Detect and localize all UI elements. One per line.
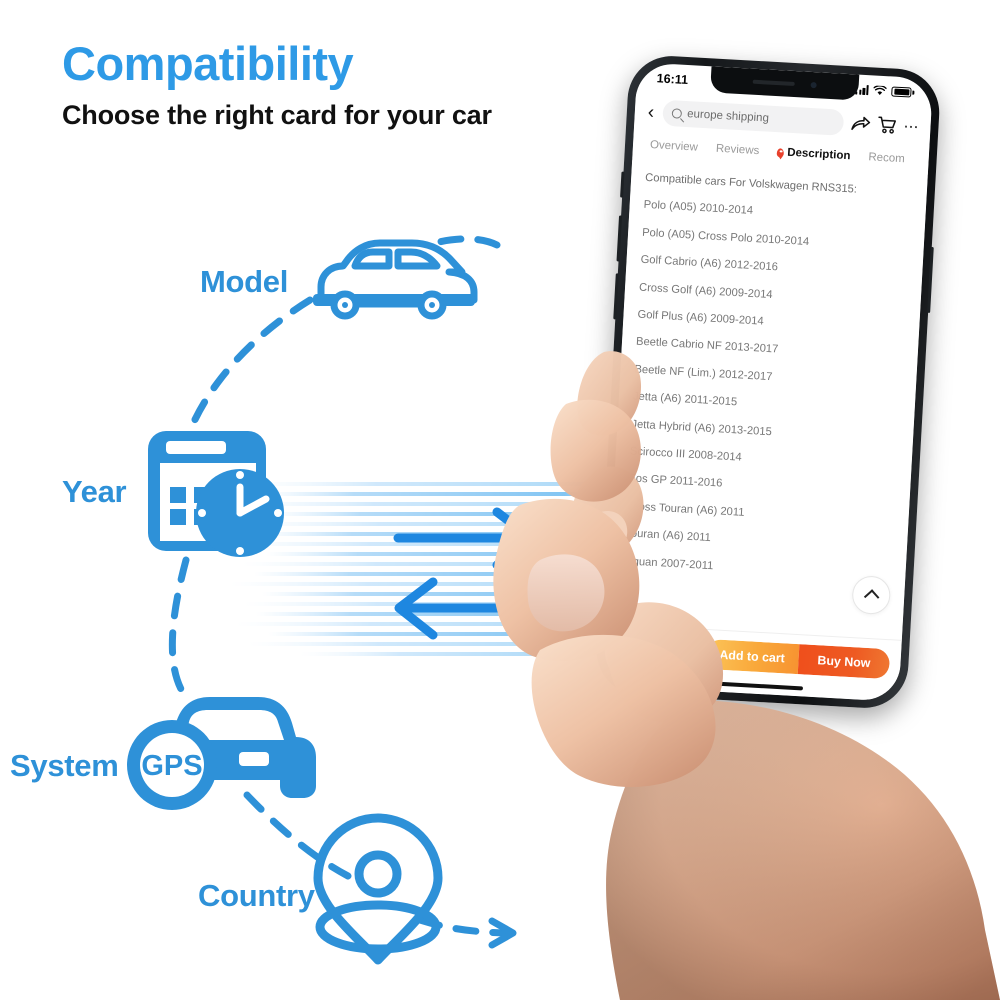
status-icons — [855, 84, 915, 98]
dash-path-model-year — [181, 296, 314, 449]
store-label: Store — [623, 654, 644, 665]
tab-description[interactable]: Description — [768, 146, 860, 163]
message-icon — [670, 639, 688, 654]
smartphone-mockup: 16:11 ‹ europe shipping ⋯ Overview Revie… — [594, 53, 942, 711]
phone-mute-switch[interactable] — [620, 171, 625, 198]
dash-path-model-right — [376, 235, 501, 272]
store-icon — [626, 636, 643, 652]
battery-icon — [891, 86, 915, 98]
earpiece-speaker — [752, 79, 795, 87]
message-label: Message — [661, 656, 695, 668]
phone-volume-up[interactable] — [616, 215, 623, 262]
node-label-year: Year — [62, 474, 127, 509]
dash-path-country-right — [416, 916, 509, 937]
tab-description-label: Description — [786, 146, 851, 163]
tab-recommend[interactable]: Recom — [859, 151, 914, 166]
share-icon[interactable] — [850, 115, 871, 133]
cta-group: Add to cart Buy Now — [704, 638, 891, 680]
tab-overview[interactable]: Overview — [641, 139, 708, 155]
location-pin-icon — [776, 147, 785, 158]
dash-path-system-country — [243, 791, 352, 880]
front-camera-icon — [810, 81, 817, 89]
more-options-icon[interactable]: ⋯ — [903, 118, 920, 136]
search-input-value: europe shipping — [686, 108, 770, 125]
phone-screen: 16:11 ‹ europe shipping ⋯ Overview Revie… — [602, 62, 934, 702]
phone-power-button[interactable] — [927, 246, 934, 313]
buy-now-button[interactable]: Buy Now — [797, 644, 891, 680]
message-button[interactable]: Message — [660, 635, 698, 667]
cart-icon[interactable] — [877, 116, 897, 135]
arrow-left-icon — [394, 577, 537, 640]
add-to-cart-button[interactable]: Add to cart — [704, 638, 800, 675]
chevron-left-icon[interactable]: ‹ — [645, 101, 656, 122]
dash-path-year-system — [168, 556, 192, 704]
car-gps-icon: GPS — [127, 697, 316, 810]
poster-canvas: Compatibility Choose the right card for … — [0, 0, 1000, 1000]
chevron-up-icon — [863, 588, 879, 605]
search-icon — [671, 108, 683, 119]
phone-frame: 16:11 ‹ europe shipping ⋯ Overview Revie… — [594, 53, 942, 711]
calendar-clock-icon — [148, 431, 284, 557]
node-label-model: Model — [200, 264, 289, 299]
wifi-icon — [873, 85, 888, 96]
node-label-country: Country — [198, 878, 315, 913]
gps-badge-text: GPS — [141, 750, 202, 782]
status-time: 16:11 — [656, 71, 689, 88]
node-label-system: System — [10, 748, 119, 783]
arrow-right-icon — [393, 507, 536, 570]
page-subtitle: Choose the right card for your car — [62, 100, 492, 130]
map-pin-icon — [313, 813, 443, 965]
dash-arrowhead-icon — [488, 917, 517, 949]
thumbnail — [527, 554, 605, 632]
store-button[interactable]: Store — [615, 633, 653, 665]
tab-reviews[interactable]: Reviews — [707, 142, 769, 157]
search-input[interactable]: europe shipping — [662, 99, 845, 136]
phone-volume-down[interactable] — [613, 273, 619, 320]
page-title: Compatibility — [62, 37, 354, 90]
description-list[interactable]: Compatible cars For Volskwagen RNS315: P… — [606, 160, 928, 640]
car-side-icon — [313, 239, 478, 320]
